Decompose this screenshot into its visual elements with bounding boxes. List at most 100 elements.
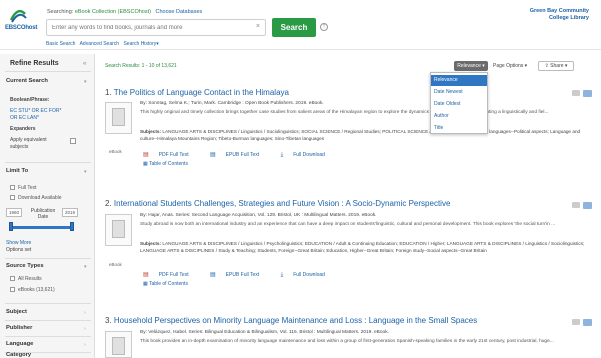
advanced-search-link[interactable]: Advanced Search xyxy=(80,41,119,47)
preview-icon[interactable] xyxy=(572,202,580,208)
download-available-label: Download Available xyxy=(18,195,62,201)
subjects-value[interactable]: LANGUAGE ARTS & DISCIPLINES / Linguistic… xyxy=(140,241,584,253)
help-icon[interactable]: ? xyxy=(320,23,328,31)
chevron-down-icon[interactable]: ▾ xyxy=(84,79,87,85)
result-description: Study abroad is now both an internationa… xyxy=(140,222,556,227)
result-description: This book provides an in-depth examinati… xyxy=(140,339,554,344)
result-meta: By: Hajar, Anas. Series: Second Language… xyxy=(140,213,377,218)
divider xyxy=(5,303,91,304)
searching-prefix: Searching: xyxy=(47,9,74,15)
ebooks-label: eBooks (13,621) xyxy=(18,287,55,293)
show-more-link[interactable]: Show More xyxy=(6,240,31,247)
toc-label: Table of Contents xyxy=(149,281,188,287)
book-cover-image[interactable] xyxy=(105,331,132,358)
book-cover-image[interactable] xyxy=(105,102,132,134)
date-slider-track[interactable] xyxy=(10,226,72,229)
subjects-value[interactable]: LANGUAGE ARTS & DISCIPLINES / Linguistic… xyxy=(140,129,580,141)
chevron-right-icon[interactable]: › xyxy=(84,342,86,348)
full-download-link[interactable]: ⤓ Full Download xyxy=(281,152,335,158)
source-types-title[interactable]: Source Types xyxy=(6,263,44,269)
date-slider-end-handle[interactable] xyxy=(70,222,74,231)
pdf-label: PDF Full Text xyxy=(158,272,189,278)
chevron-right-icon[interactable]: › xyxy=(84,310,86,316)
search-history-link[interactable]: Search History▾ xyxy=(123,41,158,47)
download-available-checkbox[interactable]: Download Available xyxy=(10,195,62,201)
chevron-down-icon[interactable]: ▾ xyxy=(84,264,87,270)
result-tools xyxy=(572,90,594,98)
language-facet[interactable]: Language xyxy=(6,341,33,347)
search-input[interactable] xyxy=(47,20,247,35)
pdf-icon: ▤ xyxy=(143,272,149,278)
pdf-icon: ▤ xyxy=(143,152,149,158)
subject-facet[interactable]: Subject xyxy=(6,309,27,315)
limit-to-title[interactable]: Limit To xyxy=(6,168,28,174)
boolean-value-2[interactable]: OR EC LAN* xyxy=(10,115,39,122)
ebscohost-logo[interactable]: EBSCOhost xyxy=(5,8,39,36)
download-label: Full Download xyxy=(293,272,325,278)
result-title-link[interactable]: International Students Challenges, Strat… xyxy=(114,199,450,208)
epub-full-text-link[interactable]: ▤ EPUB Full Text xyxy=(210,152,269,158)
sort-option-title[interactable]: Title xyxy=(431,123,487,134)
full-text-checkbox[interactable]: Full Text xyxy=(10,185,37,191)
sort-relevance-button[interactable]: Relevance ▾ xyxy=(454,61,488,71)
publication-date-label: Publication Date xyxy=(30,208,56,220)
format-label: eBook xyxy=(109,262,122,267)
divider xyxy=(5,162,91,163)
format-label: eBook xyxy=(109,149,122,154)
boolean-value-1[interactable]: EC STU* OR EC FOR* xyxy=(10,108,61,115)
chevron-right-icon[interactable]: › xyxy=(84,326,86,332)
result-heading: 2. International Students Challenges, St… xyxy=(105,199,450,208)
sort-option-relevance[interactable]: Relevance xyxy=(431,75,487,86)
result-title-link[interactable]: The Politics of Language Contact in the … xyxy=(114,88,289,97)
apply-equivalent-1: Apply equivalent xyxy=(10,137,47,143)
add-to-folder-icon[interactable] xyxy=(583,319,592,326)
share-label: Share ▾ xyxy=(550,63,568,69)
sort-option-author[interactable]: Author xyxy=(431,111,487,122)
collapse-icon[interactable]: « xyxy=(83,61,86,67)
preview-icon[interactable] xyxy=(572,319,580,325)
ebooks-checkbox[interactable]: eBooks (13,621) xyxy=(10,287,55,293)
pdf-full-text-link[interactable]: ▤ PDF Full Text xyxy=(143,272,199,278)
table-of-contents-link[interactable]: ▦ Table of Contents xyxy=(143,281,188,287)
category-facet[interactable]: Category xyxy=(6,352,31,358)
apply-equivalent-remove[interactable] xyxy=(70,138,76,144)
result-meta: By: Sonntag, Selma K.; Turin, Mark. Camb… xyxy=(140,101,324,106)
search-button[interactable]: Search xyxy=(272,18,316,37)
sort-option-date-oldest[interactable]: Date Oldest xyxy=(431,99,487,110)
year-to-input[interactable]: 2019 xyxy=(62,208,78,217)
result-number: 3. xyxy=(105,316,112,325)
table-of-contents-link[interactable]: ▦ Table of Contents xyxy=(143,161,188,167)
results-count: Search Results: 1 - 10 of 13,621 xyxy=(105,63,177,69)
add-to-folder-icon[interactable] xyxy=(583,90,592,97)
result-tools xyxy=(572,319,594,327)
result-number: 1. xyxy=(105,88,112,97)
pdf-full-text-link[interactable]: ▤ PDF Full Text xyxy=(143,152,199,158)
result-tools xyxy=(572,202,594,210)
epub-full-text-link[interactable]: ▤ EPUB Full Text xyxy=(210,272,269,278)
date-slider-start-handle[interactable] xyxy=(9,222,13,231)
result-item: 1. The Politics of Language Contact in t… xyxy=(105,88,592,183)
library-name[interactable]: Green Bay Community College Library xyxy=(530,8,589,22)
page-options-button[interactable]: Page Options ▾ xyxy=(493,63,527,69)
result-title-link[interactable]: Household Perspectives on Minority Langu… xyxy=(114,316,477,325)
clear-icon[interactable]: × xyxy=(256,23,260,30)
current-search-title[interactable]: Current Search xyxy=(6,78,48,84)
book-cover-image[interactable] xyxy=(105,214,132,246)
options-set-label: Options set xyxy=(6,247,32,253)
epub-icon: ▤ xyxy=(209,272,216,278)
publisher-facet[interactable]: Publisher xyxy=(6,325,32,331)
year-from-input[interactable]: 1960 xyxy=(6,208,22,217)
add-to-folder-icon[interactable] xyxy=(583,202,592,209)
chevron-down-icon[interactable]: ▾ xyxy=(84,169,87,175)
all-results-checkbox[interactable]: All Results xyxy=(10,276,42,282)
choose-databases-link[interactable]: Choose Databases xyxy=(155,9,202,15)
share-button[interactable]: ⇪ Share ▾ xyxy=(538,61,574,71)
basic-search-link[interactable]: Basic Search xyxy=(46,41,75,47)
sort-dropdown-menu: Relevance Date Newest Date Oldest Author… xyxy=(430,72,488,134)
result-item: 2. International Students Challenges, St… xyxy=(105,199,592,294)
fulltext-links: ▤ PDF Full Text ▤ EPUB Full Text ⤓ Full Dow… xyxy=(143,151,345,159)
sort-option-date-newest[interactable]: Date Newest xyxy=(431,87,487,98)
preview-icon[interactable] xyxy=(572,90,580,96)
pdf-label: PDF Full Text xyxy=(158,152,189,158)
full-download-link[interactable]: ⤓ Full Download xyxy=(281,272,335,278)
